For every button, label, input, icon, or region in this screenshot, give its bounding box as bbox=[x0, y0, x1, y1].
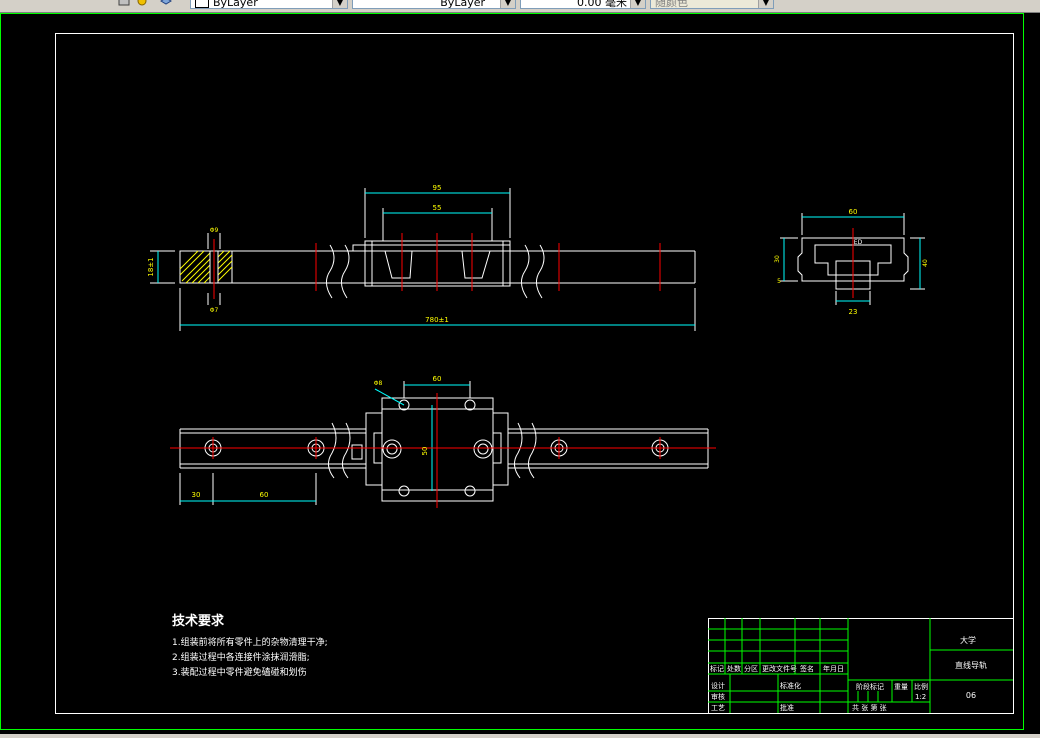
layers-icon[interactable] bbox=[160, 0, 172, 7]
tb-stage-mark: 阶段标记 bbox=[856, 682, 884, 691]
cad-drawing: 95 55 780±1 18±1 Φ9 Φ7 60 23 30 40 5 ED bbox=[0, 13, 1024, 730]
tb-design: 设计 bbox=[711, 681, 725, 690]
layer-state-icon[interactable] bbox=[118, 0, 130, 7]
drawing-canvas[interactable]: 95 55 780±1 18±1 Φ9 Φ7 60 23 30 40 5 ED bbox=[0, 13, 1040, 734]
tb-sheets: 共 张 第 张 bbox=[852, 703, 887, 712]
chevron-down-icon[interactable]: ▼ bbox=[332, 0, 347, 8]
dim-plan-pitch: 60 bbox=[260, 491, 269, 499]
dim-end-small: 5 bbox=[777, 278, 781, 285]
tech-req-title: 技术要求 bbox=[172, 613, 225, 629]
color-combo[interactable]: ByLayer ▼ bbox=[190, 0, 348, 9]
chevron-down-icon[interactable]: ▼ bbox=[500, 0, 515, 8]
dim-hole-small: Φ7 bbox=[210, 307, 219, 314]
tb-date: 年月日 bbox=[823, 664, 844, 673]
tb-sign: 签名 bbox=[800, 664, 814, 673]
chevron-down-icon[interactable]: ▼ bbox=[630, 0, 645, 8]
tb-mark: 标记 bbox=[710, 664, 724, 673]
tech-req-item-1: 1.组装前将所有零件上的杂物清理干净; bbox=[172, 636, 328, 648]
properties-toolbar: ByLayer ▼ ByLayer ▼ 0.00 毫米 ▼ 随颜色 ▼ bbox=[0, 0, 1040, 13]
dim-top-outer: 95 bbox=[433, 184, 442, 192]
dim-end-width: 60 bbox=[849, 208, 858, 216]
dim-end-rail-width: 23 bbox=[849, 308, 858, 316]
tb-scale-label: 比例 bbox=[914, 682, 928, 691]
tb-change-doc: 更改文件号 bbox=[762, 664, 797, 673]
sheet-border bbox=[0, 13, 1024, 730]
tb-approve: 批准 bbox=[780, 703, 794, 712]
dim-rail-height: 18±1 bbox=[147, 257, 155, 276]
linetype-combo[interactable]: ByLayer ▼ bbox=[352, 0, 516, 9]
tb-check: 审核 bbox=[711, 692, 725, 701]
dim-plan-width: 60 bbox=[433, 375, 442, 383]
dim-plan-hole: Φ8 bbox=[374, 380, 383, 387]
dim-hole-dia: Φ9 bbox=[210, 227, 219, 234]
tb-weight: 重量 bbox=[894, 683, 908, 691]
dim-rail-length: 780±1 bbox=[425, 316, 449, 324]
front-center-lines bbox=[213, 233, 661, 299]
tech-req-item-3: 3.装配过程中零件避免磕碰和划伤 bbox=[172, 666, 307, 678]
tb-scale-value: 1:2 bbox=[915, 693, 926, 701]
tb-part-name: 直线导轨 bbox=[955, 660, 987, 670]
tb-zone: 分区 bbox=[744, 664, 758, 673]
dim-end-left-height: 30 bbox=[774, 255, 781, 263]
tb-process: 工艺 bbox=[711, 704, 725, 712]
drawing-frame bbox=[55, 33, 1014, 714]
front-view bbox=[150, 188, 696, 331]
tb-school: 大学 bbox=[960, 635, 976, 645]
tb-standardize: 标准化 bbox=[780, 681, 801, 690]
plan-view bbox=[179, 381, 709, 505]
color-swatch-icon bbox=[195, 0, 209, 8]
chevron-down-icon[interactable]: ▼ bbox=[758, 0, 773, 8]
lineweight-combo[interactable]: 0.00 毫米 ▼ bbox=[520, 0, 646, 9]
dim-top-inner: 55 bbox=[433, 204, 442, 212]
tech-req-item-2: 2.组装过程中各连接件涂抹润滑脂; bbox=[172, 651, 310, 663]
dim-plan-left-offset: 30 bbox=[192, 491, 201, 499]
tb-drawing-no: 06 bbox=[966, 691, 976, 700]
dim-plan-height: 50 bbox=[421, 447, 429, 456]
tb-count: 处数 bbox=[727, 664, 741, 673]
sun-icon[interactable] bbox=[136, 0, 148, 7]
plotstyle-combo[interactable]: 随颜色 ▼ bbox=[650, 0, 774, 9]
dim-end-right-height: 40 bbox=[922, 259, 929, 267]
end-label: ED bbox=[854, 239, 863, 246]
